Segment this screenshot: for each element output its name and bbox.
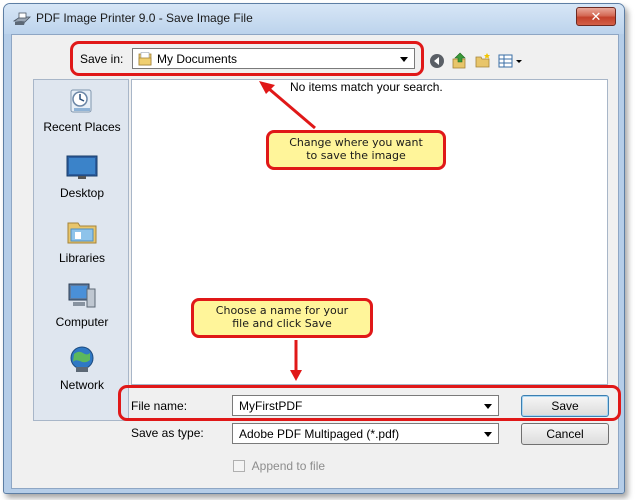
callout-choose-name: Choose a name for your file and click Sa…: [191, 298, 373, 338]
network-icon: [70, 346, 94, 372]
place-label: Network: [59, 378, 104, 392]
callout-bottom-line1: Choose a name for your: [215, 304, 349, 317]
libraries-icon: [67, 222, 97, 244]
place-computer[interactable]: Computer: [34, 281, 130, 329]
file-name-label: File name:: [131, 399, 188, 413]
save-button[interactable]: Save: [521, 395, 609, 417]
new-folder-icon[interactable]: [474, 52, 492, 70]
title-bar[interactable]: PDF Image Printer 9.0 - Save Image File …: [4, 4, 624, 34]
callout-change-location: Change where you want to save the image: [266, 130, 446, 170]
window-title: PDF Image Printer 9.0 - Save Image File: [36, 11, 253, 25]
place-desktop[interactable]: Desktop: [34, 152, 130, 200]
place-label: Libraries: [58, 251, 106, 265]
close-icon: ✕: [590, 9, 602, 24]
view-menu-icon[interactable]: [498, 52, 526, 70]
cancel-button-label: Cancel: [546, 427, 584, 441]
save-as-type-label: Save as type:: [131, 426, 204, 440]
back-icon[interactable]: [428, 52, 446, 70]
callout-bottom-line2: file and click Save: [232, 317, 332, 330]
close-button[interactable]: ✕: [576, 7, 616, 26]
save-button-label: Save: [551, 399, 579, 413]
documents-folder-icon: [138, 52, 152, 66]
places-bar: Recent Places Desktop Libraries Computer: [33, 79, 129, 421]
chevron-down-icon[interactable]: [484, 432, 492, 437]
place-label: Computer: [55, 315, 109, 329]
empty-folder-message: No items match your search.: [290, 80, 443, 94]
place-libraries[interactable]: Libraries: [34, 217, 130, 265]
desktop-icon: [66, 155, 98, 179]
save-in-dropdown[interactable]: My Documents: [132, 48, 415, 69]
file-list[interactable]: [131, 79, 608, 385]
save-in-value: My Documents: [157, 52, 238, 66]
file-name-input[interactable]: MyFirstPDF: [232, 395, 499, 416]
chevron-down-icon[interactable]: [484, 404, 492, 409]
printer-app-icon: [13, 12, 31, 25]
place-label: Desktop: [59, 186, 105, 200]
save-as-type-dropdown[interactable]: Adobe PDF Multipaged (*.pdf): [232, 423, 499, 444]
chevron-down-icon[interactable]: [400, 57, 408, 62]
append-to-file-option[interactable]: Append to file: [233, 459, 325, 473]
save-in-label: Save in:: [80, 52, 124, 66]
place-network[interactable]: Network: [34, 344, 130, 392]
cancel-button[interactable]: Cancel: [521, 423, 609, 445]
callout-top-line1: Change where you want: [289, 136, 423, 149]
save-as-type-value: Adobe PDF Multipaged (*.pdf): [239, 427, 400, 441]
append-checkbox[interactable]: [233, 460, 245, 472]
place-recent-places[interactable]: Recent Places: [34, 86, 130, 134]
up-folder-icon[interactable]: [451, 52, 469, 70]
computer-icon: [68, 283, 96, 308]
recent-places-icon: [70, 89, 92, 113]
place-label: Recent Places: [43, 120, 121, 134]
file-name-value: MyFirstPDF: [239, 399, 303, 413]
callout-top-line2: to save the image: [306, 149, 406, 162]
append-label: Append to file: [251, 459, 326, 473]
